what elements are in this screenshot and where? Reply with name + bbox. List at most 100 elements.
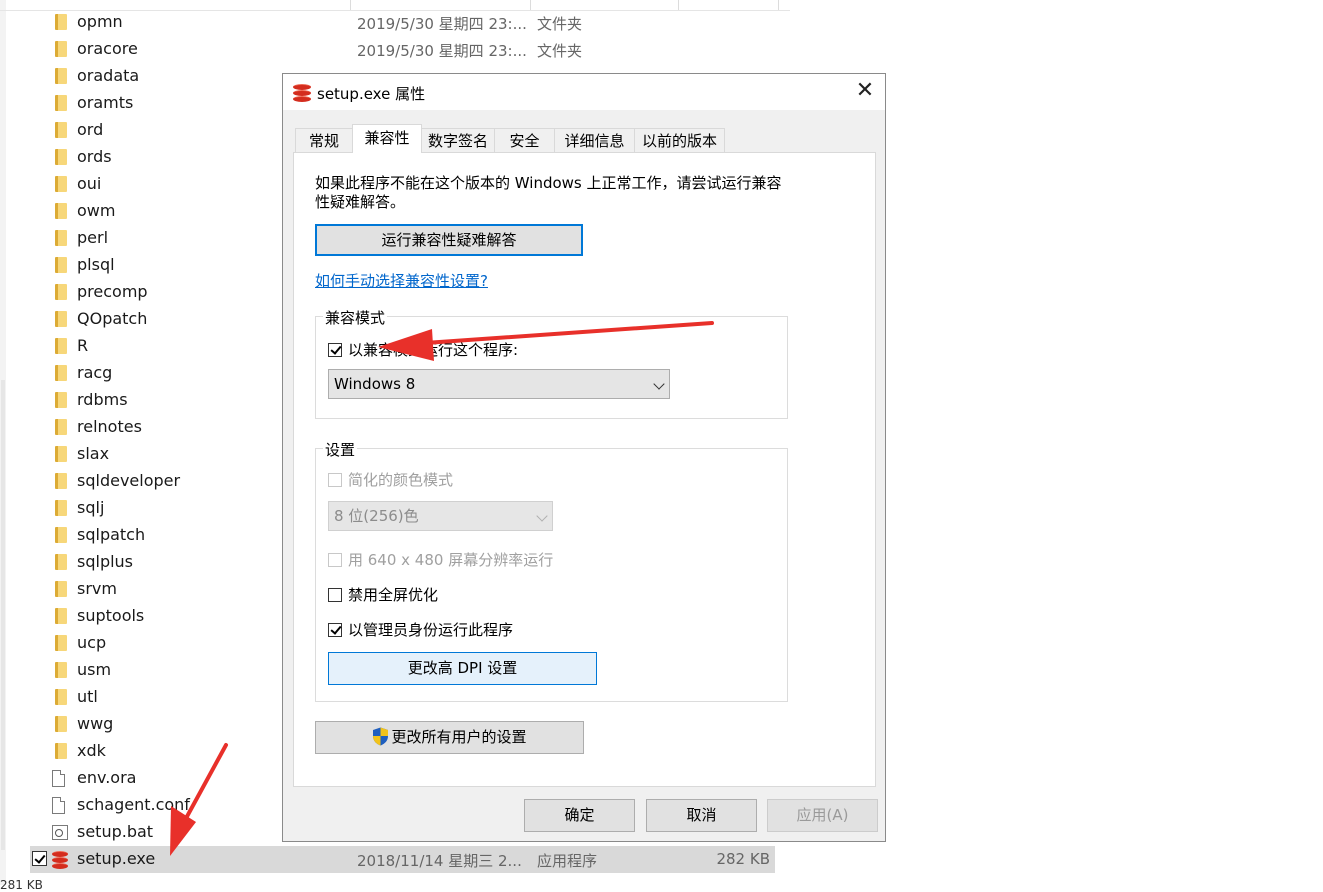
file-name: perl [77, 228, 109, 247]
os-version-select[interactable]: Windows 8 [328, 369, 670, 399]
folder-icon [55, 311, 67, 327]
file-name: oradata [77, 66, 140, 85]
disable-fullscreen-opt-checkbox[interactable]: 禁用全屏优化 [328, 584, 438, 605]
tab-security[interactable]: 安全 [494, 128, 555, 152]
folder-icon [55, 716, 67, 732]
file-name: setup.exe [77, 849, 156, 868]
folder-icon [55, 176, 67, 192]
file-name: schagent.conf [77, 795, 190, 814]
file-name: utl [77, 687, 98, 706]
file-name: setup.bat [77, 822, 154, 841]
checkbox-box[interactable] [328, 552, 342, 567]
run-troubleshooter-button[interactable]: 运行兼容性疑难解答 [315, 224, 583, 256]
file-name: racg [77, 363, 113, 382]
folder-icon [55, 122, 67, 138]
folder-icon [55, 257, 67, 273]
file-type: 文件夹 [537, 42, 583, 60]
disable-fullscreen-opt-label: 禁用全屏优化 [348, 586, 439, 604]
file-date: 2019/5/30 星期四 23:... [357, 42, 527, 60]
manual-settings-link[interactable]: 如何手动选择兼容性设置? [315, 270, 488, 291]
checkbox-box[interactable] [328, 587, 342, 602]
row-select-checkbox[interactable] [32, 851, 47, 866]
os-version-value: Windows 8 [334, 375, 416, 393]
run-as-admin-checkbox[interactable]: 以管理员身份运行此程序 [328, 619, 513, 640]
scrollbar-thumb[interactable] [1, 380, 5, 850]
tab-compatibility[interactable]: 兼容性 [352, 124, 422, 153]
file-name: QOpatch [77, 309, 148, 328]
color-mode-value: 8 位(256)色 [334, 507, 419, 525]
folder-icon [55, 392, 67, 408]
ok-button[interactable]: 确定 [524, 799, 635, 832]
tab-details[interactable]: 详细信息 [554, 128, 635, 152]
folder-icon [55, 365, 67, 381]
file-name: sqlj [77, 498, 105, 517]
file-name: slax [77, 444, 110, 463]
file-name: oui [77, 174, 102, 193]
file-type: 应用程序 [537, 852, 598, 870]
file-name: ords [77, 147, 112, 166]
change-dpi-button[interactable]: 更改高 DPI 设置 [328, 652, 597, 685]
file-name: plsql [77, 255, 115, 274]
folder-icon [55, 500, 67, 516]
file-name: sqldeveloper [77, 471, 181, 490]
change-all-users-button[interactable]: 更改所有用户的设置 [315, 721, 584, 754]
compat-mode-checkbox-label: 以兼容模式运行这个程序: [348, 341, 519, 359]
folder-icon [55, 149, 67, 165]
checkbox-box[interactable] [328, 622, 342, 637]
file-name: usm [77, 660, 112, 679]
folder-icon [55, 14, 67, 30]
tab-previous-versions[interactable]: 以前的版本 [634, 128, 725, 152]
resolution-label: 用 640 x 480 屏幕分辨率运行 [348, 551, 554, 569]
reduced-color-checkbox[interactable]: 简化的颜色模式 [328, 469, 453, 490]
batch-file-icon [52, 825, 68, 840]
app-icon [50, 850, 70, 869]
file-name: R [77, 336, 89, 355]
file-name: precomp [77, 282, 148, 301]
folder-icon [55, 581, 67, 597]
close-icon[interactable]: ✕ [855, 80, 875, 103]
folder-icon [55, 230, 67, 246]
file-name: relnotes [77, 417, 142, 436]
file-row[interactable]: opmn 2019/5/30 星期四 23:... 文件夹 [30, 9, 775, 36]
file-name: ord [77, 120, 104, 139]
folder-icon [55, 338, 67, 354]
folder-icon [55, 635, 67, 651]
file-name: opmn [77, 12, 123, 31]
run-as-admin-label: 以管理员身份运行此程序 [348, 621, 514, 639]
folder-icon [55, 68, 67, 84]
compat-mode-checkbox[interactable]: 以兼容模式运行这个程序: [328, 339, 518, 360]
folder-icon [55, 743, 67, 759]
left-scrollbar[interactable] [0, 0, 6, 885]
file-type: 文件夹 [537, 15, 583, 33]
change-all-users-label: 更改所有用户的设置 [391, 728, 527, 746]
checkbox-box[interactable] [328, 342, 342, 357]
file-name: sqlplus [77, 552, 134, 571]
compat-mode-group-label: 兼容模式 [323, 307, 388, 328]
folder-icon [55, 446, 67, 462]
folder-icon [55, 662, 67, 678]
folder-icon [55, 419, 67, 435]
reduced-color-label: 简化的颜色模式 [348, 471, 454, 489]
tab-general[interactable]: 常规 [295, 128, 353, 152]
tab-digital-signatures[interactable]: 数字签名 [421, 128, 495, 152]
file-icon [52, 770, 65, 787]
compatibility-panel: 如果此程序不能在这个版本的 Windows 上正常工作，请尝试运行兼容性疑难解答… [293, 152, 876, 787]
dialog-title: setup.exe 属性 [317, 85, 426, 103]
properties-dialog: setup.exe 属性 ✕ 常规 兼容性 数字签名 安全 详细信息 以前的版本… [282, 73, 886, 842]
compat-mode-group: 兼容模式 以兼容模式运行这个程序: Windows 8 [315, 307, 788, 419]
chevron-down-icon [536, 510, 548, 522]
settings-group-label: 设置 [323, 439, 358, 460]
cancel-button[interactable]: 取消 [646, 799, 757, 832]
apply-button[interactable]: 应用(A) [767, 799, 878, 832]
file-name: suptools [77, 606, 145, 625]
file-row[interactable]: setup.exe 2018/11/14 星期三 2... 应用程序 282 KB [30, 846, 775, 873]
resolution-checkbox[interactable]: 用 640 x 480 屏幕分辨率运行 [328, 549, 553, 570]
file-name: owm [77, 201, 116, 220]
checkbox-box[interactable] [328, 472, 342, 487]
file-row[interactable]: oracore 2019/5/30 星期四 23:... 文件夹 [30, 36, 775, 63]
folder-icon [55, 284, 67, 300]
color-mode-select[interactable]: 8 位(256)色 [328, 501, 553, 531]
column-divider[interactable] [778, 0, 779, 10]
dialog-title-bar[interactable]: setup.exe 属性 ✕ [283, 74, 885, 110]
file-name: sqlpatch [77, 525, 146, 544]
